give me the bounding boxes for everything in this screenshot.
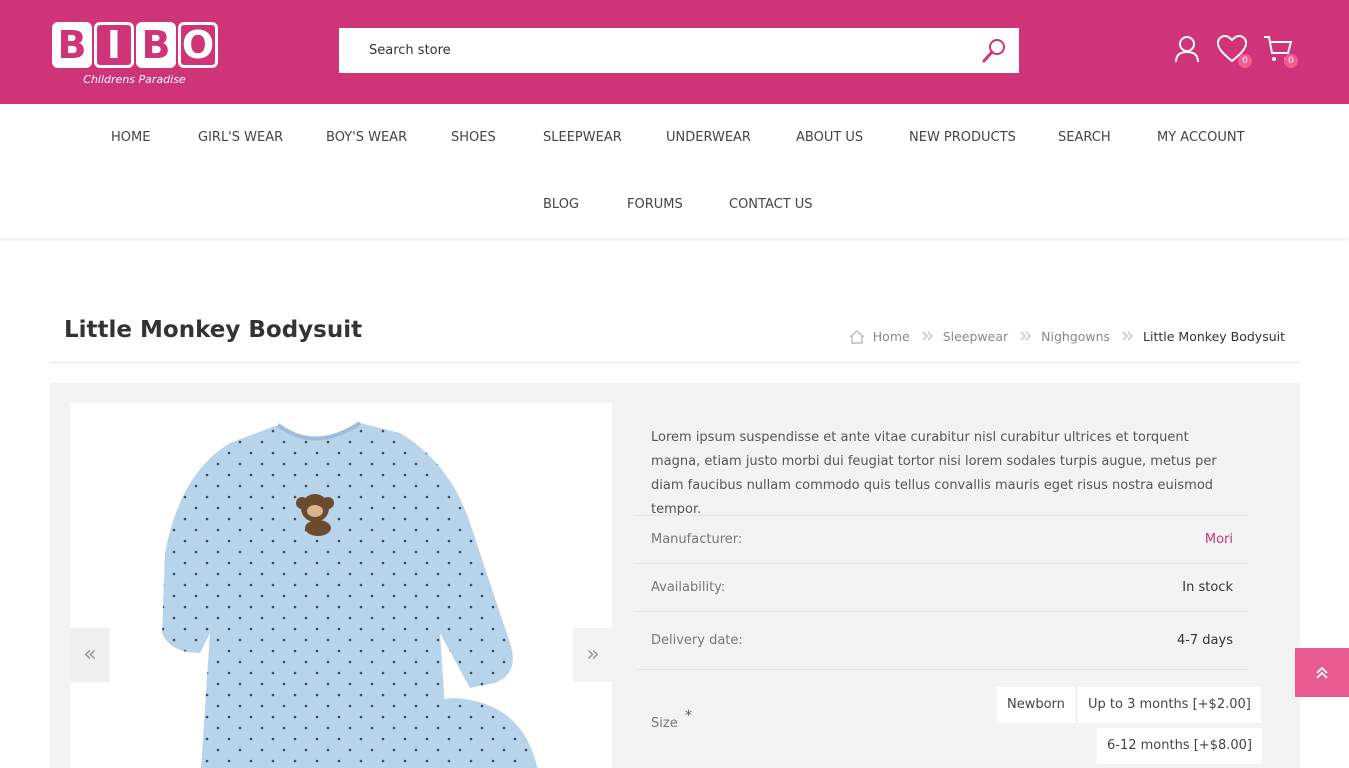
- nav-item-my-account[interactable]: MY ACCOUNT: [1157, 130, 1245, 145]
- nav-item-girls-wear[interactable]: GIRL'S WEAR: [198, 130, 283, 145]
- logo-letter-3: B: [136, 22, 176, 68]
- logo-letter-1: B: [52, 22, 92, 68]
- breadcrumb-home-link[interactable]: Home: [873, 329, 910, 344]
- user-icon: [1175, 36, 1199, 63]
- breadcrumb-nighgowns-link[interactable]: Nighgowns: [1041, 329, 1110, 344]
- search-input[interactable]: [339, 28, 969, 73]
- breadcrumb-sleepwear-link[interactable]: Sleepwear: [943, 329, 1008, 344]
- nav-item-shoes[interactable]: SHOES: [451, 130, 496, 145]
- breadcrumb-separator-icon: [1122, 329, 1134, 344]
- logo-letter-4: O: [178, 22, 218, 68]
- availability-row: Availability: In stock: [636, 563, 1248, 611]
- cart-count-badge: 0: [1284, 54, 1298, 68]
- delivery-row: Delivery date: 4-7 days: [636, 611, 1248, 669]
- breadcrumb-current: Little Monkey Bodysuit: [1143, 329, 1285, 344]
- product-image[interactable]: [70, 403, 612, 768]
- gallery-next-button[interactable]: »: [573, 628, 613, 682]
- size-option-6-12-months[interactable]: 6-12 months [+$8.00]: [1097, 728, 1262, 764]
- nav-item-about-us[interactable]: ABOUT US: [796, 130, 863, 145]
- nav-item-forums[interactable]: FORUMS: [627, 197, 683, 212]
- product-details-section: « » Lorem ipsum suspendisse et ante vita…: [50, 383, 1300, 768]
- delivery-label: Delivery date:: [651, 633, 743, 648]
- nav-item-new-products[interactable]: NEW PRODUCTS: [909, 130, 1016, 145]
- page-title: Little Monkey Bodysuit: [64, 317, 363, 343]
- size-option-up-to-3-months[interactable]: Up to 3 months [+$2.00]: [1078, 687, 1261, 723]
- nav-item-blog[interactable]: BLOG: [543, 197, 579, 212]
- product-description: Lorem ipsum suspendisse et ante vitae cu…: [651, 430, 1217, 517]
- cart-button[interactable]: 0: [1262, 34, 1298, 68]
- availability-label: Availability:: [651, 580, 726, 595]
- manufacturer-row: Manufacturer: Mori: [636, 515, 1248, 563]
- title-divider: [50, 362, 1300, 363]
- nav-item-home[interactable]: HOME: [111, 130, 150, 145]
- size-divider: [636, 669, 1248, 670]
- search-icon: [982, 39, 1005, 63]
- nav-item-search[interactable]: SEARCH: [1058, 130, 1111, 145]
- wishlist-button[interactable]: 0: [1216, 34, 1252, 68]
- size-label: Size: [651, 716, 678, 731]
- breadcrumb-separator-icon: [1020, 329, 1032, 344]
- delivery-value: 4-7 days: [1176, 633, 1233, 648]
- manufacturer-link[interactable]: Mori: [1205, 532, 1233, 547]
- home-icon: [849, 329, 865, 344]
- product-info: Lorem ipsum suspendisse et ante vitae cu…: [636, 403, 1262, 764]
- nav-item-underwear[interactable]: UNDERWEAR: [666, 130, 751, 145]
- search-box: [339, 28, 1019, 73]
- site-header: B I B O Childrens Paradise 0: [0, 0, 1349, 104]
- scroll-to-top-button[interactable]: [1295, 648, 1349, 697]
- main-navigation: HOME GIRL'S WEAR BOY'S WEAR SHOES SLEEPW…: [0, 104, 1349, 238]
- availability-value: In stock: [1182, 580, 1233, 595]
- nav-item-sleepwear[interactable]: SLEEPWEAR: [543, 130, 622, 145]
- wishlist-count-badge: 0: [1238, 54, 1252, 68]
- logo-tagline: Childrens Paradise: [83, 73, 186, 86]
- account-button[interactable]: [1172, 34, 1204, 66]
- nav-item-contact-us[interactable]: CONTACT US: [729, 197, 813, 212]
- breadcrumb-separator-icon: [922, 329, 934, 344]
- manufacturer-label: Manufacturer:: [651, 532, 743, 547]
- search-button[interactable]: [979, 36, 1009, 66]
- logo[interactable]: B I B O Childrens Paradise: [52, 22, 222, 90]
- size-option-newborn[interactable]: Newborn: [997, 687, 1075, 723]
- nav-item-boys-wear[interactable]: BOY'S WEAR: [326, 130, 407, 145]
- logo-letter-2: I: [94, 22, 134, 68]
- breadcrumb: Home Sleepwear Nighgowns Little Monkey B…: [849, 329, 1285, 344]
- product-gallery: [70, 403, 612, 768]
- required-mark: *: [685, 708, 692, 724]
- gallery-prev-button[interactable]: «: [70, 628, 110, 682]
- double-chevron-up-icon: [1316, 666, 1328, 679]
